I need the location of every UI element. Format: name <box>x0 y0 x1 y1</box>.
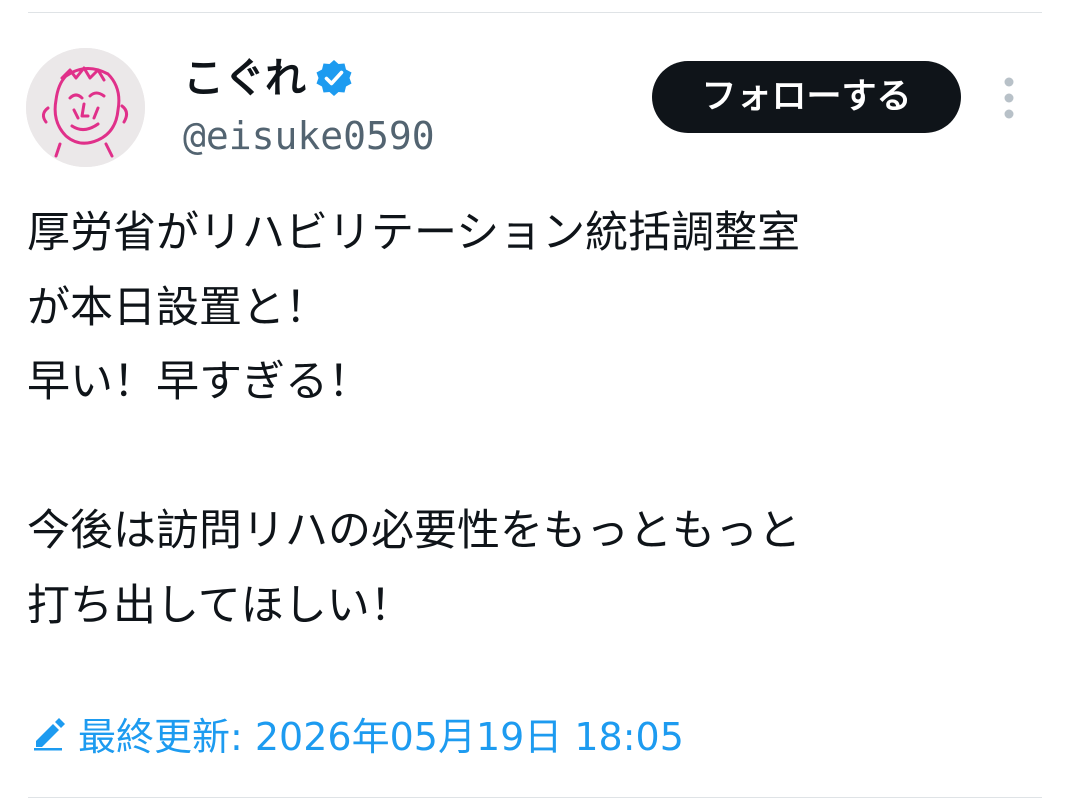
author-name-row[interactable]: こぐれ <box>183 52 354 104</box>
avatar-drawing <box>26 48 145 167</box>
tweet-line: が本日設置と！ <box>27 282 328 333</box>
edited-timestamp-link[interactable]: 最終更新: 2026年05月19日 18:05 <box>30 705 684 761</box>
tweet-text: 厚労省がリハビリテーション統括調整室 が本日設置と！ 早い！早すぎる！ 今後は訪… <box>27 196 1037 643</box>
follow-button[interactable]: フォローする <box>652 61 961 133</box>
tweet-line: 厚労省がリハビリテーション統括調整室 <box>27 208 801 258</box>
top-divider <box>28 12 1042 13</box>
verified-badge-icon <box>314 58 354 98</box>
more-vertical-icon[interactable] <box>995 74 1023 122</box>
bottom-divider <box>28 797 1042 798</box>
pencil-icon <box>30 715 66 751</box>
user-handle[interactable]: @eisuke0590 <box>183 112 435 160</box>
tweet-line: 今後は訪問リハの必要性をもっともっと <box>27 506 801 556</box>
tweet-line: 早い！早すぎる！ <box>27 357 371 407</box>
avatar[interactable] <box>26 48 145 167</box>
tweet-line: 打ち出してほしい！ <box>27 580 413 631</box>
display-name[interactable]: こぐれ <box>183 52 306 104</box>
edited-timestamp-label[interactable]: 最終更新: 2026年05月19日 18:05 <box>78 706 684 761</box>
